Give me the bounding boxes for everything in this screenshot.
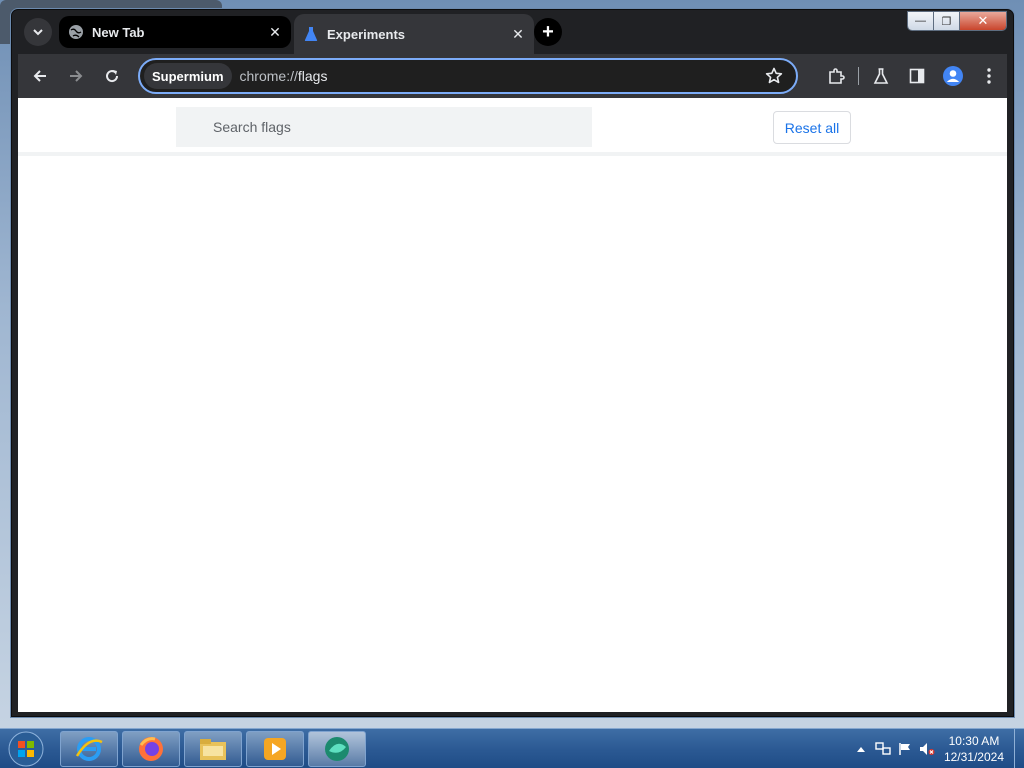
system-tray: 10:30 AM 12/31/2024 [850,729,1024,768]
close-window-button[interactable]: ✕ [960,12,1006,30]
close-tab-icon[interactable]: ✕ [508,24,528,44]
puzzle-icon [829,68,845,84]
flask-icon [873,68,889,84]
kebab-menu-icon [987,68,991,84]
chevron-down-icon [33,29,43,36]
tab-experiments[interactable]: Experiments ✕ [294,14,534,54]
chevron-up-icon [856,747,865,752]
new-tab-button[interactable]: + [534,18,562,46]
reset-all-button[interactable]: Reset all [773,111,851,144]
browser-chip[interactable]: Supermium [144,63,232,89]
back-button[interactable] [26,62,54,90]
reload-button[interactable] [98,62,126,90]
arrow-left-icon [33,70,46,82]
browser-window: New Tab ✕ Experiments ✕ + — ❐ ✕ Supermiu… [11,9,1014,717]
toolbar: Supermium chrome://flags [18,54,1007,98]
tab-search-button[interactable] [24,18,52,46]
file-explorer-icon [200,739,226,760]
url-text[interactable]: chrome://flags [240,68,760,84]
flask-icon [303,26,319,42]
tab-new-tab[interactable]: New Tab ✕ [59,16,291,48]
action-center-flag-icon[interactable] [894,738,916,760]
taskbar-firefox[interactable] [122,731,180,767]
clock[interactable]: 10:30 AM 12/31/2024 [944,733,1004,765]
taskbar-internet-explorer[interactable] [60,731,118,767]
tab-title: Experiments [327,26,406,42]
tab-title: New Tab [92,24,145,40]
clock-date: 12/31/2024 [943,750,1004,764]
search-flags-box[interactable] [176,107,592,147]
profile-button[interactable] [935,58,971,94]
toolbar-separator [858,67,859,85]
globe-icon [68,24,84,40]
start-button[interactable] [6,730,46,768]
side-panel-icon [909,68,925,84]
tab-strip: New Tab ✕ Experiments ✕ + — ❐ ✕ [12,10,1013,54]
internet-explorer-icon [75,737,103,761]
bookmark-star-icon[interactable] [760,62,788,90]
taskbar-media-player[interactable] [246,731,304,767]
volume-muted-icon[interactable] [916,738,938,760]
search-flags-input[interactable] [213,119,573,135]
address-bar[interactable]: Supermium chrome://flags [138,58,798,94]
firefox-icon [139,737,163,761]
maximize-button[interactable]: ❐ [934,12,960,30]
taskbar-supermium[interactable] [308,731,366,767]
url-path: flags [297,68,328,84]
extensions-button[interactable] [818,58,854,94]
menu-button[interactable] [971,58,1007,94]
page-content: Reset all [18,98,1007,712]
toolbar-actions [818,54,1007,98]
reload-icon [106,70,119,83]
network-icon[interactable] [872,738,894,760]
flags-header: Reset all [18,98,1007,156]
window-caption-buttons: — ❐ ✕ [907,11,1007,31]
supermium-icon [325,737,349,761]
forward-button[interactable] [62,62,90,90]
media-player-icon [264,738,286,760]
labs-button[interactable] [863,58,899,94]
clock-time: 10:30 AM [948,734,1000,748]
show-desktop-button[interactable] [1014,729,1024,768]
close-tab-icon[interactable]: ✕ [265,22,285,42]
arrow-right-icon [70,70,83,82]
taskbar: 10:30 AM 12/31/2024 [0,728,1024,768]
avatar-icon [943,66,963,86]
side-panel-button[interactable] [899,58,935,94]
minimize-button[interactable]: — [908,12,934,30]
url-scheme: chrome:// [239,68,298,84]
taskbar-file-explorer[interactable] [184,731,242,767]
windows-orb-icon [8,731,44,767]
show-hidden-icons-button[interactable] [850,738,872,760]
